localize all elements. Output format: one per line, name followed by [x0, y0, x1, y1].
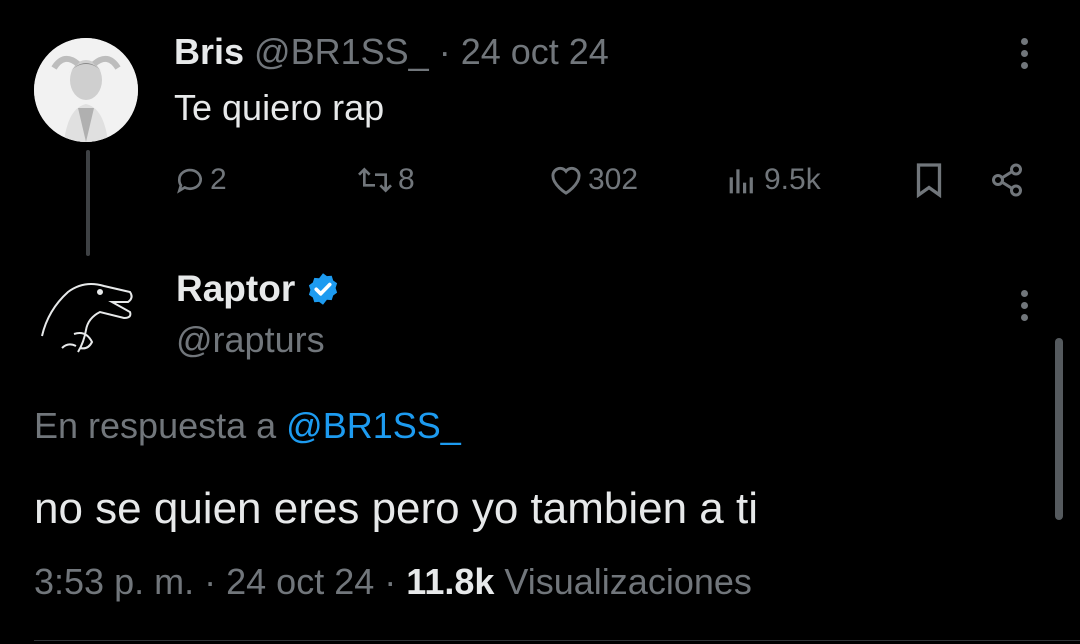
parent-tweet-text: Te quiero rap	[174, 87, 385, 128]
parent-more-icon[interactable]	[1010, 38, 1038, 78]
reply-time[interactable]: 3:53 p. m.	[34, 561, 194, 602]
parent-display-name[interactable]: Bris	[174, 31, 244, 72]
thread-line	[86, 150, 90, 256]
views-button[interactable]: 9.5k	[726, 162, 821, 198]
reply-views-count[interactable]: 11.8k	[406, 561, 494, 602]
heart-icon	[551, 166, 581, 195]
like-count: 302	[588, 163, 639, 196]
reply-author-name-row: Raptor	[176, 266, 341, 312]
reply-date[interactable]: 24 oct 24	[226, 561, 374, 602]
replying-to-line: En respuesta a @BR1SS_	[34, 404, 461, 448]
replying-to-prefix: En respuesta a	[34, 405, 277, 446]
parent-tweet-header: Bris @BR1SS_ · 24 oct 24	[174, 30, 609, 74]
views-icon	[729, 169, 753, 194]
share-icon	[992, 163, 1022, 197]
like-button[interactable]: 302	[548, 162, 638, 198]
header-separator: ·	[438, 31, 451, 72]
reply-icon	[177, 168, 202, 194]
repost-count: 8	[398, 163, 415, 196]
verified-badge-icon	[309, 273, 338, 305]
share-button[interactable]	[988, 162, 1026, 198]
reply-display-name[interactable]: Raptor	[176, 266, 295, 312]
bookmark-button[interactable]	[912, 162, 946, 198]
reply-more-icon[interactable]	[1010, 290, 1038, 330]
repost-icon	[358, 167, 392, 193]
avatar-raptor[interactable]	[34, 262, 138, 366]
parent-date[interactable]: 24 oct 24	[461, 31, 609, 72]
meta-separator: ·	[204, 561, 217, 602]
replying-to-link[interactable]: @BR1SS_	[286, 405, 461, 446]
reply-button[interactable]: 2	[174, 162, 227, 198]
reply-count: 2	[210, 163, 227, 196]
parent-handle[interactable]: @BR1SS_	[254, 31, 429, 72]
avatar-bris[interactable]	[34, 38, 138, 142]
bookmark-icon	[916, 163, 942, 198]
divider	[34, 640, 1080, 641]
reply-tweet-text: no se quien eres pero yo tambien a ti	[34, 484, 759, 533]
reply-views-label[interactable]: Visualizaciones	[504, 561, 751, 602]
reply-meta-line: 3:53 p. m. · 24 oct 24 · 11.8k Visualiza…	[34, 560, 752, 604]
views-count: 9.5k	[764, 163, 821, 196]
scrollbar[interactable]	[1055, 338, 1063, 520]
repost-button[interactable]: 8	[356, 162, 415, 198]
meta-separator-2: ·	[384, 561, 397, 602]
reply-handle[interactable]: @rapturs	[176, 318, 325, 362]
